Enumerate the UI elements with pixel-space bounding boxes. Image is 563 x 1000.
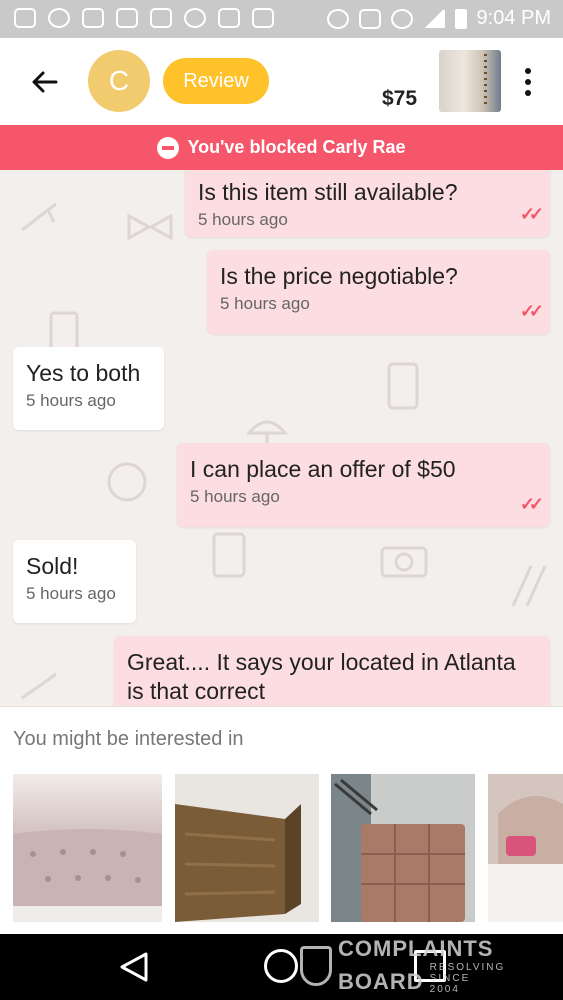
message-time: 5 hours ago: [26, 584, 116, 603]
message-bubble-outgoing[interactable]: Is the price negotiable? 5 hours ago ✓✓: [207, 250, 550, 334]
signal-icon: [422, 9, 445, 28]
arrow-left-icon: [32, 71, 58, 93]
message-time: 5 hours ago: [190, 487, 280, 506]
suggested-item[interactable]: [488, 774, 563, 922]
message-bubble-incoming[interactable]: Sold! 5 hours ago: [13, 540, 136, 623]
image-icon: [252, 8, 274, 28]
message-bubble-outgoing[interactable]: I can place an offer of $50 5 hours ago …: [177, 443, 550, 527]
bowtie-doodle-icon: [127, 213, 173, 241]
trumpet-doodle-icon: [21, 672, 57, 700]
blocked-banner-text: You've blocked Carly Rae: [187, 137, 406, 157]
phone-doodle-icon: [387, 362, 419, 410]
watermark-line2: BOARD: [338, 969, 424, 994]
helmet-doodle-icon: [107, 462, 147, 502]
shield-logo-icon: [300, 945, 332, 986]
chat-icon: [82, 8, 104, 28]
navigation-bar: COMPLAINTS BOARD RESOLVING SINCE 2004: [0, 934, 563, 1000]
message-text: Is this item still available?: [198, 179, 458, 205]
suggested-item[interactable]: [331, 774, 475, 922]
skis-doodle-icon: [511, 565, 547, 607]
status-bar: 9:04 PM: [0, 0, 563, 38]
blocked-banner: You've blocked Carly Rae: [0, 125, 563, 170]
message-time: 5 hours ago: [198, 210, 288, 229]
bedroom-image: [488, 774, 563, 922]
suggested-item[interactable]: [13, 774, 162, 922]
review-button[interactable]: Review: [163, 58, 269, 104]
nav-back-icon[interactable]: [118, 950, 150, 984]
gameboy-doodle-icon: [212, 532, 246, 578]
system-icons: 9:04 PM: [326, 7, 551, 30]
bluetooth-icon: [326, 8, 349, 29]
battery-icon: [454, 8, 467, 29]
read-check-icon: ✓✓: [519, 301, 544, 321]
message-time: 5 hours ago: [220, 294, 310, 313]
message-time: 5 hours ago: [26, 391, 116, 410]
suggestions-panel: You might be interested in: [0, 706, 563, 934]
message-bubble-outgoing[interactable]: Is this item still available? 5 hours ag…: [185, 170, 550, 237]
voicemail-icon: [116, 8, 138, 28]
alarm-icon: [390, 8, 413, 29]
chat-thread[interactable]: Is this item still available? 5 hours ag…: [0, 170, 563, 706]
watermark-line3: RESOLVING SINCE 2004: [429, 962, 506, 995]
clock: 9:04 PM: [476, 7, 551, 29]
camera-doodle-icon: [380, 546, 428, 578]
chat-header: C Review $75: [0, 38, 563, 125]
tufted-headboard-image: [13, 829, 162, 922]
thumbnail-detail: [484, 54, 487, 108]
wifi-icon: [184, 8, 206, 28]
message-text: Great.... It says your located in Atlant…: [127, 649, 516, 704]
message-text: Yes to both: [26, 360, 141, 386]
message-text: Is the price negotiable?: [220, 263, 458, 289]
suggestions-title: You might be interested in: [13, 728, 244, 750]
more-options-button[interactable]: [515, 62, 541, 102]
message-bubble-incoming[interactable]: Yes to both 5 hours ago: [13, 347, 164, 430]
item-thumbnail[interactable]: [439, 50, 501, 112]
more-dot-icon: [525, 79, 531, 85]
suggested-item[interactable]: [175, 774, 319, 922]
instagram-icon: [218, 8, 240, 28]
item-price: $75: [382, 87, 418, 110]
wood-headboard-image: [175, 774, 319, 922]
more-dot-icon: [525, 68, 531, 74]
message-text: I can place an offer of $50: [190, 456, 456, 482]
notification-icons: [14, 8, 274, 28]
read-check-icon: ✓✓: [519, 204, 544, 224]
nfc-icon: [358, 8, 381, 29]
block-icon: [157, 136, 180, 159]
watermark: COMPLAINTS BOARD RESOLVING SINCE 2004: [300, 936, 506, 995]
message-bubble-outgoing[interactable]: Great.... It says your located in Atlant…: [114, 636, 550, 706]
read-check-icon: ✓✓: [519, 494, 544, 514]
message-icon: [14, 8, 36, 28]
avatar[interactable]: C: [88, 50, 150, 112]
back-button[interactable]: [24, 62, 64, 102]
message-text: Sold!: [26, 553, 79, 579]
leather-headboard-image: [331, 774, 475, 922]
watermark-line1: COMPLAINTS: [338, 936, 494, 961]
nav-home-icon[interactable]: [264, 949, 298, 983]
missed-call-icon: [150, 8, 172, 28]
trumpet-doodle-icon: [21, 202, 57, 232]
more-dot-icon: [525, 90, 531, 96]
pinterest-icon: [48, 8, 70, 28]
